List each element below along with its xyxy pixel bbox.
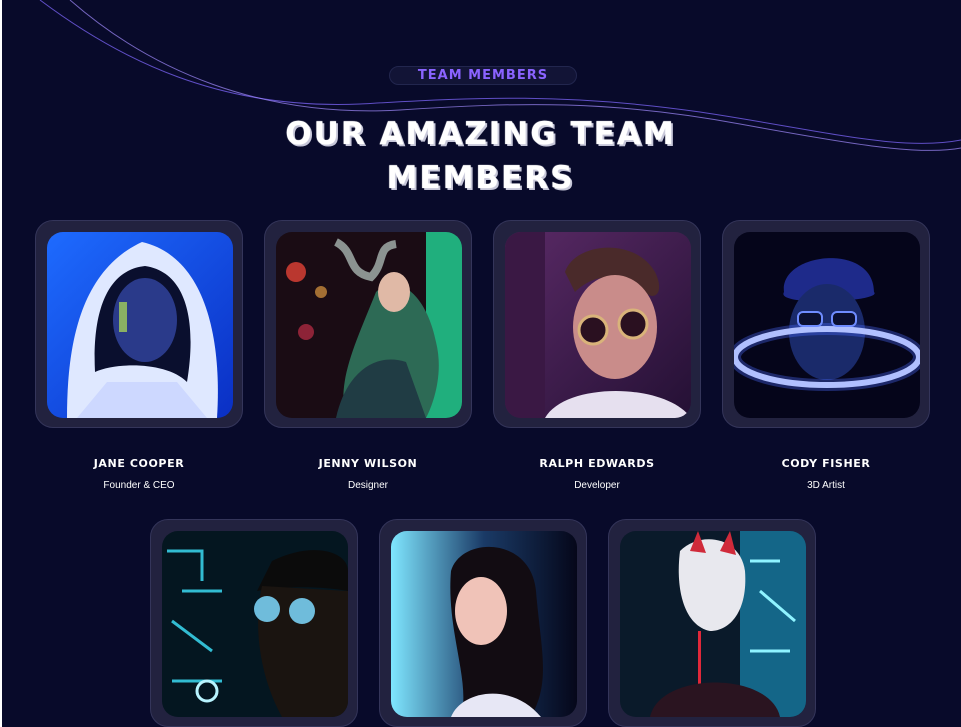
- team-card-cody-fisher[interactable]: [722, 220, 930, 428]
- member-name: CODY FISHER: [781, 457, 871, 470]
- member-role: Founder & CEO: [103, 480, 175, 491]
- member-role: Designer: [347, 480, 389, 491]
- member-photo: [276, 232, 462, 418]
- team-card-6[interactable]: [379, 519, 587, 727]
- member-photo: [734, 232, 920, 418]
- member-photo: [47, 232, 233, 418]
- member-name: RALPH EDWARDS: [539, 457, 655, 470]
- section-title: OUR AMAZING TEAM MEMBERS: [200, 112, 761, 200]
- team-card-7[interactable]: [608, 519, 816, 727]
- team-card-jane-cooper[interactable]: [35, 220, 243, 428]
- member-photo: [162, 531, 348, 717]
- team-card-jenny-wilson[interactable]: [264, 220, 472, 428]
- team-card-5[interactable]: [150, 519, 358, 727]
- team-card-ralph-edwards[interactable]: [493, 220, 701, 428]
- member-name: JANE COOPER: [93, 457, 185, 470]
- member-photo: [391, 531, 577, 717]
- member-name: JENNY WILSON: [318, 457, 418, 470]
- section-title-line-1: OUR AMAZING TEAM: [285, 116, 676, 152]
- member-role: 3D Artist: [807, 480, 845, 491]
- section-title-line-2: MEMBERS: [386, 160, 575, 196]
- member-photo: [505, 232, 691, 418]
- section-badge: TEAM MEMBERS: [389, 66, 577, 85]
- member-photo: [620, 531, 806, 717]
- member-role: Developer: [574, 480, 620, 491]
